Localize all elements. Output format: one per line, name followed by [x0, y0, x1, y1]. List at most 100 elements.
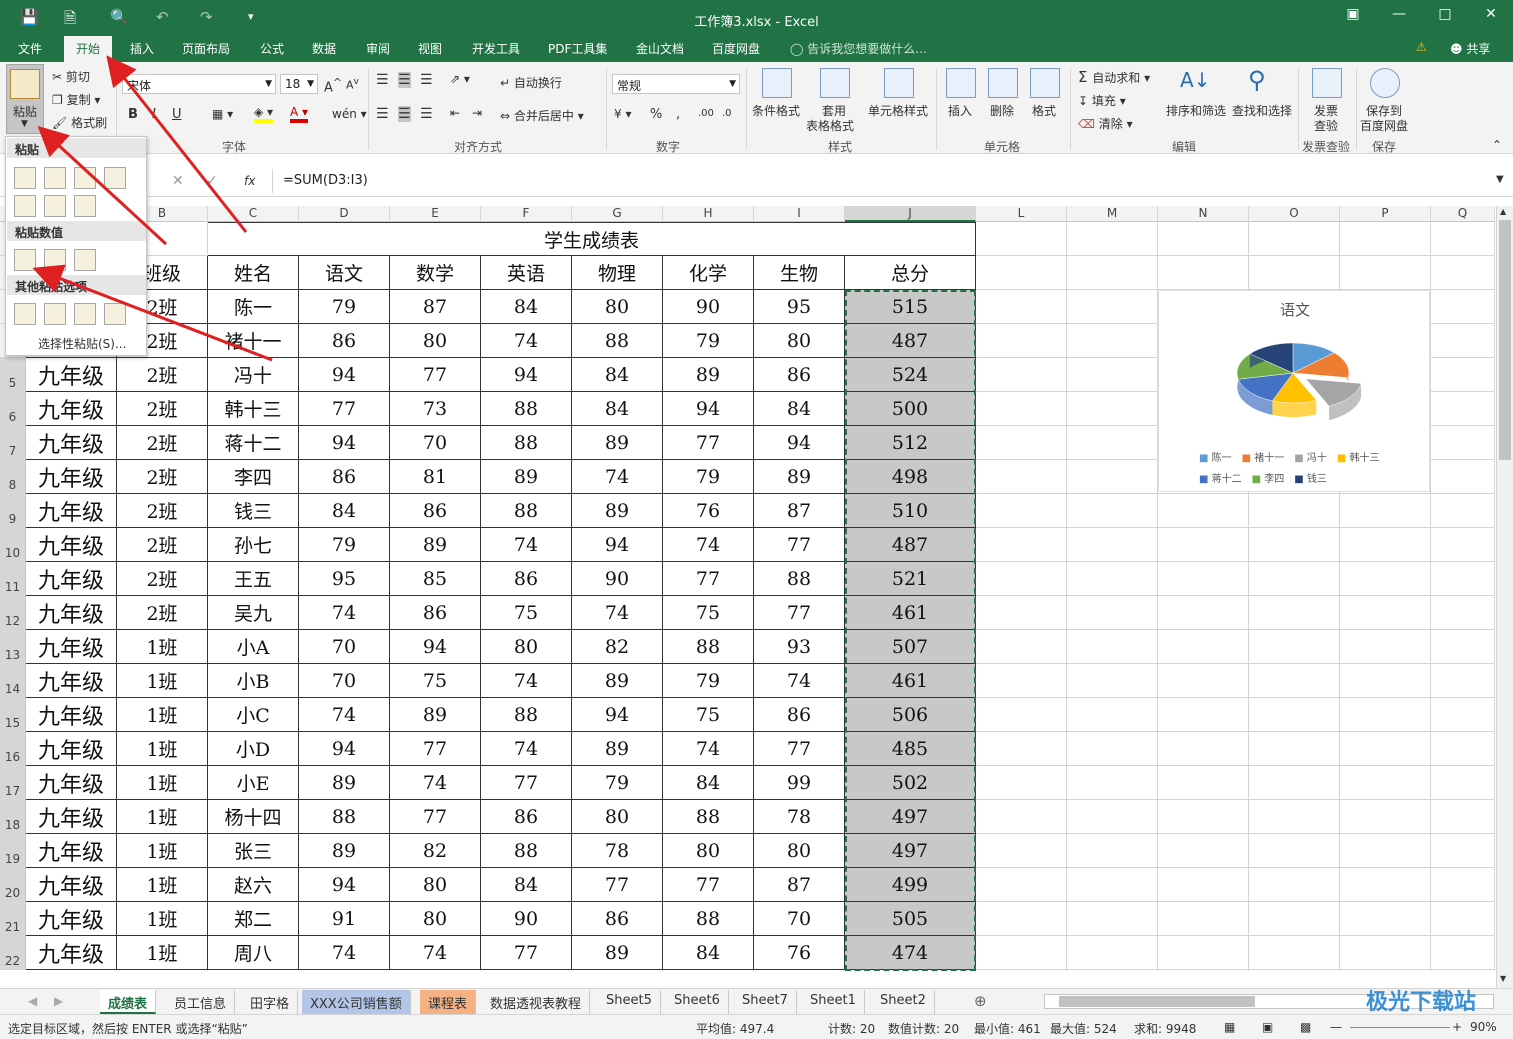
merge-center-button[interactable]: ⇔ 合并后居中 ▾	[500, 107, 584, 124]
data-cell[interactable]: 九年级	[26, 664, 117, 698]
data-cell[interactable]: 93	[754, 630, 845, 664]
column-header-l[interactable]: L	[976, 206, 1067, 222]
align-right-icon[interactable]: ☰	[420, 106, 433, 122]
cell[interactable]	[1158, 732, 1249, 766]
data-cell[interactable]: 77	[390, 732, 481, 766]
data-cell[interactable]: 77	[481, 766, 572, 800]
tab-formulas[interactable]: 公式	[260, 40, 284, 57]
data-cell[interactable]: 76	[663, 494, 754, 528]
data-cell[interactable]: 九年级	[26, 494, 117, 528]
increase-indent-icon[interactable]: ⇥	[472, 106, 482, 120]
data-cell[interactable]: 88	[663, 630, 754, 664]
data-cell[interactable]: 87	[754, 494, 845, 528]
data-cell[interactable]: 赵六	[208, 868, 299, 902]
data-cell[interactable]: 70	[299, 630, 390, 664]
zoom-slider[interactable]	[1350, 1027, 1450, 1028]
column-header-n[interactable]: N	[1158, 206, 1249, 222]
sheet-tab[interactable]: 成绩表	[100, 990, 157, 1014]
cell[interactable]	[976, 596, 1067, 630]
cell[interactable]	[1158, 596, 1249, 630]
data-cell[interactable]: 2班	[117, 562, 208, 596]
cell[interactable]	[976, 970, 1067, 971]
cell[interactable]	[976, 494, 1067, 528]
number-format-select[interactable]: 常规 ▼	[612, 74, 740, 94]
row-header-15[interactable]: 15	[0, 698, 26, 732]
data-cell[interactable]: 79	[299, 290, 390, 324]
expand-formula-icon[interactable]: ▼	[1496, 174, 1504, 185]
cell[interactable]	[481, 970, 572, 971]
cell[interactable]	[1067, 494, 1158, 528]
cell[interactable]	[976, 460, 1067, 494]
paste-picture-icon[interactable]	[74, 303, 96, 325]
data-cell[interactable]: 79	[663, 664, 754, 698]
sheet-tab[interactable]: Sheet7	[734, 990, 797, 1014]
data-cell[interactable]: 89	[572, 426, 663, 460]
data-cell[interactable]: 80	[390, 868, 481, 902]
paste-special-item[interactable]: 选择性粘贴(S)...	[38, 335, 126, 352]
enter-icon[interactable]: ✓	[206, 173, 218, 189]
row-header-9[interactable]: 9	[0, 494, 26, 528]
cell[interactable]	[1431, 256, 1495, 290]
data-cell[interactable]: 77	[754, 528, 845, 562]
data-cell[interactable]: 94	[754, 426, 845, 460]
data-cell[interactable]: 吴九	[208, 596, 299, 630]
cell[interactable]	[1249, 562, 1340, 596]
cell[interactable]	[1067, 256, 1158, 290]
data-cell[interactable]: 74	[299, 596, 390, 630]
data-cell[interactable]: 80	[754, 324, 845, 358]
data-cell[interactable]: 89	[390, 698, 481, 732]
cancel-icon[interactable]: ✕	[172, 173, 184, 189]
cell[interactable]	[1340, 528, 1431, 562]
data-cell[interactable]: 86	[481, 562, 572, 596]
data-cell[interactable]: 77	[663, 868, 754, 902]
cell[interactable]	[976, 698, 1067, 732]
data-cell[interactable]: 95	[299, 562, 390, 596]
data-cell[interactable]: 80	[390, 902, 481, 936]
cell[interactable]	[1067, 800, 1158, 834]
cell[interactable]	[754, 970, 845, 971]
data-cell[interactable]: 74	[572, 596, 663, 630]
sheet-tab[interactable]: 课程表	[420, 990, 477, 1014]
conditional-format-icon[interactable]	[762, 68, 792, 98]
cell[interactable]	[1249, 256, 1340, 290]
data-cell[interactable]: 九年级	[26, 902, 117, 936]
data-cell[interactable]: 80	[754, 834, 845, 868]
cell[interactable]	[976, 630, 1067, 664]
cell[interactable]	[1431, 562, 1495, 596]
cell[interactable]	[1158, 528, 1249, 562]
data-cell[interactable]: 九年级	[26, 460, 117, 494]
sheet-tab[interactable]: XXX公司销售额	[302, 990, 411, 1014]
cell[interactable]	[1340, 766, 1431, 800]
paste-icon[interactable]	[14, 167, 36, 189]
data-cell[interactable]: 九年级	[26, 596, 117, 630]
tab-page-layout[interactable]: 页面布局	[182, 40, 230, 57]
cell[interactable]	[976, 868, 1067, 902]
data-cell[interactable]: 1班	[117, 732, 208, 766]
copy-button[interactable]: ❐ 复制 ▾	[52, 91, 100, 108]
data-cell[interactable]: 88	[481, 698, 572, 732]
data-cell[interactable]: 74	[299, 936, 390, 970]
data-cell[interactable]: 74	[390, 936, 481, 970]
data-cell[interactable]: 李四	[208, 460, 299, 494]
data-cell[interactable]: 周八	[208, 936, 299, 970]
cell[interactable]	[1340, 936, 1431, 970]
tab-home[interactable]: 开始	[64, 36, 113, 62]
column-header-j[interactable]: J	[845, 206, 976, 222]
row-header-7[interactable]: 7	[0, 426, 26, 460]
data-cell[interactable]: 74	[299, 698, 390, 732]
fill-color-icon[interactable]: ◈ ▾	[254, 105, 274, 123]
cell[interactable]	[1158, 630, 1249, 664]
cell[interactable]	[1158, 256, 1249, 290]
data-cell[interactable]: 81	[390, 460, 481, 494]
cell[interactable]	[1158, 222, 1249, 256]
ribbon-display-icon[interactable]: ▣	[1338, 6, 1368, 22]
row-header-16[interactable]: 16	[0, 732, 26, 766]
no-borders-icon[interactable]	[14, 195, 36, 217]
data-cell[interactable]: 2班	[117, 460, 208, 494]
cell[interactable]	[1340, 562, 1431, 596]
paste-formatting-icon[interactable]	[14, 303, 36, 325]
data-cell[interactable]: 77	[663, 426, 754, 460]
close-icon[interactable]: ✕	[1476, 6, 1506, 22]
row-header-20[interactable]: 20	[0, 868, 26, 902]
cell[interactable]	[1340, 596, 1431, 630]
